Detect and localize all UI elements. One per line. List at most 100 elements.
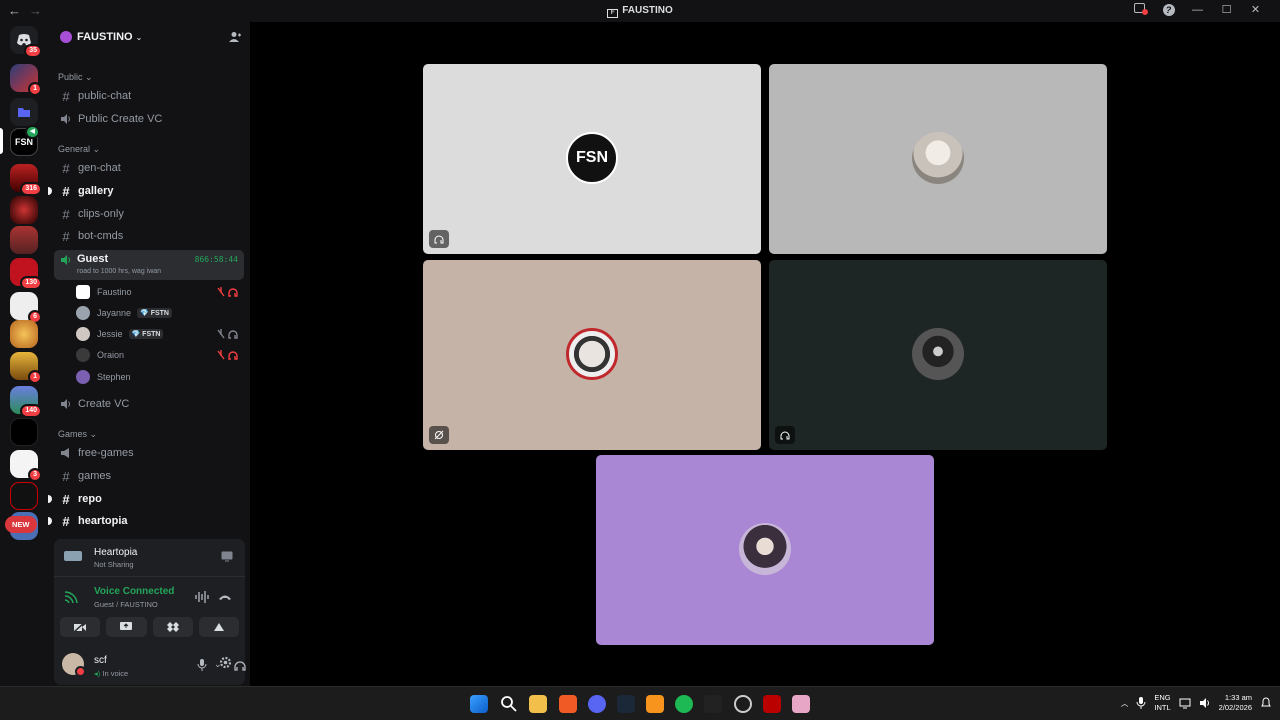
discord-app-icon[interactable] [588, 695, 606, 713]
share-screen-icon[interactable] [221, 551, 233, 562]
close-button[interactable]: ✕ [1241, 3, 1270, 16]
server-icon[interactable]: 130 [10, 258, 42, 290]
app-icon[interactable] [763, 695, 781, 713]
member-name: Faustino [97, 287, 132, 297]
channel-label: gen-chat [78, 162, 121, 174]
clock[interactable]: 1:33 am 2/02/2026 [1219, 693, 1252, 713]
channel-label: free-games [78, 447, 134, 459]
server-faustino[interactable]: FSN ◀ [10, 125, 40, 156]
camera-off-button[interactable] [60, 617, 101, 637]
user-name[interactable]: scf [94, 655, 107, 666]
channel-free-games[interactable]: free-games [54, 442, 244, 464]
server-icon[interactable] [10, 320, 38, 348]
network-icon[interactable] [1179, 697, 1191, 709]
notification-bell-icon[interactable] [1260, 697, 1272, 709]
guild-header[interactable]: FAUSTINO ⌄ [48, 22, 250, 52]
avatar [76, 306, 90, 320]
user-panel: Heartopia Not Sharing Voice Connected Gu… [54, 539, 260, 685]
participant-tile[interactable] [769, 260, 1107, 450]
speaker-icon [61, 255, 70, 265]
connection-signal-icon[interactable] [64, 589, 80, 603]
category-general[interactable]: General ⌄ [58, 144, 100, 155]
search-icon[interactable] [500, 695, 518, 713]
server-icon[interactable] [10, 482, 38, 510]
voice-member[interactable]: Jessie 💎 FSTN [76, 324, 244, 344]
new-unreads-badge[interactable]: NEW [5, 516, 37, 533]
voice-member[interactable]: Jayanne 💎 FSTN [76, 303, 244, 323]
voice-location[interactable]: Guest / FAUSTINO [94, 600, 158, 609]
settings-gear-icon[interactable] [219, 656, 232, 669]
server-icon[interactable]: 1 [10, 64, 42, 96]
steam-icon[interactable] [617, 695, 635, 713]
channel-label: bot-cmds [78, 230, 124, 242]
screen-share-icon [120, 622, 133, 630]
spotify-icon[interactable] [675, 695, 693, 713]
voice-channel-guest[interactable]: Guest road to 1000 hrs, wag iwan 866:58:… [54, 250, 244, 280]
app-icon[interactable] [734, 695, 752, 713]
server-icon[interactable]: 316 [10, 164, 42, 196]
file-explorer-icon[interactable] [529, 695, 547, 713]
inbox-button[interactable] [1125, 3, 1154, 16]
server-icon[interactable] [10, 418, 38, 446]
channel-games[interactable]: # games [54, 465, 244, 487]
help-button[interactable]: ? [1154, 3, 1183, 16]
microphone-icon[interactable] [1136, 697, 1146, 709]
category-games[interactable]: Games ⌄ [58, 429, 97, 440]
voice-status[interactable]: Voice Connected [94, 586, 174, 597]
channel-clips-only[interactable]: # clips-only [54, 203, 244, 225]
category-public[interactable]: Public ⌄ [58, 72, 93, 83]
server-icon[interactable]: 140 [10, 386, 42, 418]
voice-member[interactable]: Stephen [76, 367, 244, 387]
server-badge: 140 [20, 404, 42, 418]
channel-label: Public Create VC [78, 113, 163, 125]
server-icon[interactable]: 1 [10, 352, 42, 384]
participant-tile[interactable] [769, 64, 1107, 254]
headphones-icon[interactable] [234, 659, 246, 671]
activity-sub: Not Sharing [94, 560, 134, 569]
start-button[interactable] [470, 695, 488, 713]
maximize-button[interactable]: ☐ [1212, 3, 1241, 16]
terminal-icon[interactable] [704, 695, 722, 713]
noise-suppression-icon[interactable] [195, 591, 209, 603]
participant-tile[interactable] [423, 260, 761, 450]
member-name: Oraion [97, 350, 125, 360]
channel-heartopia[interactable]: # heartopia [48, 510, 244, 532]
channel-label: heartopia [78, 515, 128, 527]
invite-people-icon[interactable] [229, 31, 241, 43]
disconnect-icon[interactable] [218, 591, 232, 603]
server-icon[interactable]: 3 [10, 450, 42, 482]
voice-member[interactable]: Oraion [76, 345, 244, 365]
brave-browser-icon[interactable] [559, 695, 577, 713]
server-logo-icon: F [607, 9, 619, 18]
channel-gallery[interactable]: # gallery [48, 180, 244, 202]
channel-create-vc[interactable]: Create VC [54, 393, 244, 415]
heartopia-icon[interactable] [792, 695, 810, 713]
server-icon[interactable]: 6 [10, 292, 42, 324]
participant-tile[interactable]: FSN [423, 64, 761, 254]
server-folder[interactable] [10, 98, 38, 126]
app-icon[interactable] [646, 695, 664, 713]
server-icon[interactable] [10, 196, 38, 224]
voice-channel-status: road to 1000 hrs, wag iwan [77, 268, 162, 275]
voice-member[interactable]: Faustino [76, 282, 244, 302]
avatar[interactable] [62, 653, 86, 677]
direct-messages-button[interactable]: 35 [10, 26, 42, 58]
channel-repo[interactable]: # repo [48, 488, 244, 510]
channel-public-create-vc[interactable]: Public Create VC [54, 108, 244, 130]
minimize-button[interactable]: — [1183, 4, 1212, 16]
channel-public-chat[interactable]: # public-chat [54, 85, 244, 107]
chevron-up-icon[interactable]: ︿ [1121, 698, 1129, 709]
server-icon[interactable] [10, 226, 38, 254]
activities-button[interactable] [152, 617, 193, 637]
deafened-icon [429, 230, 449, 248]
hash-icon: # [62, 228, 70, 244]
participant-tile[interactable] [596, 455, 934, 645]
dm-unread-badge: 35 [24, 44, 42, 58]
microphone-icon[interactable] [196, 659, 208, 671]
channel-gen-chat[interactable]: # gen-chat [54, 157, 244, 179]
channel-bot-cmds[interactable]: # bot-cmds [54, 225, 244, 247]
volume-icon[interactable] [1199, 697, 1211, 709]
soundboard-button[interactable] [198, 617, 239, 637]
language-indicator[interactable]: ENG INTL [1154, 693, 1170, 713]
screen-share-button[interactable] [106, 617, 147, 637]
